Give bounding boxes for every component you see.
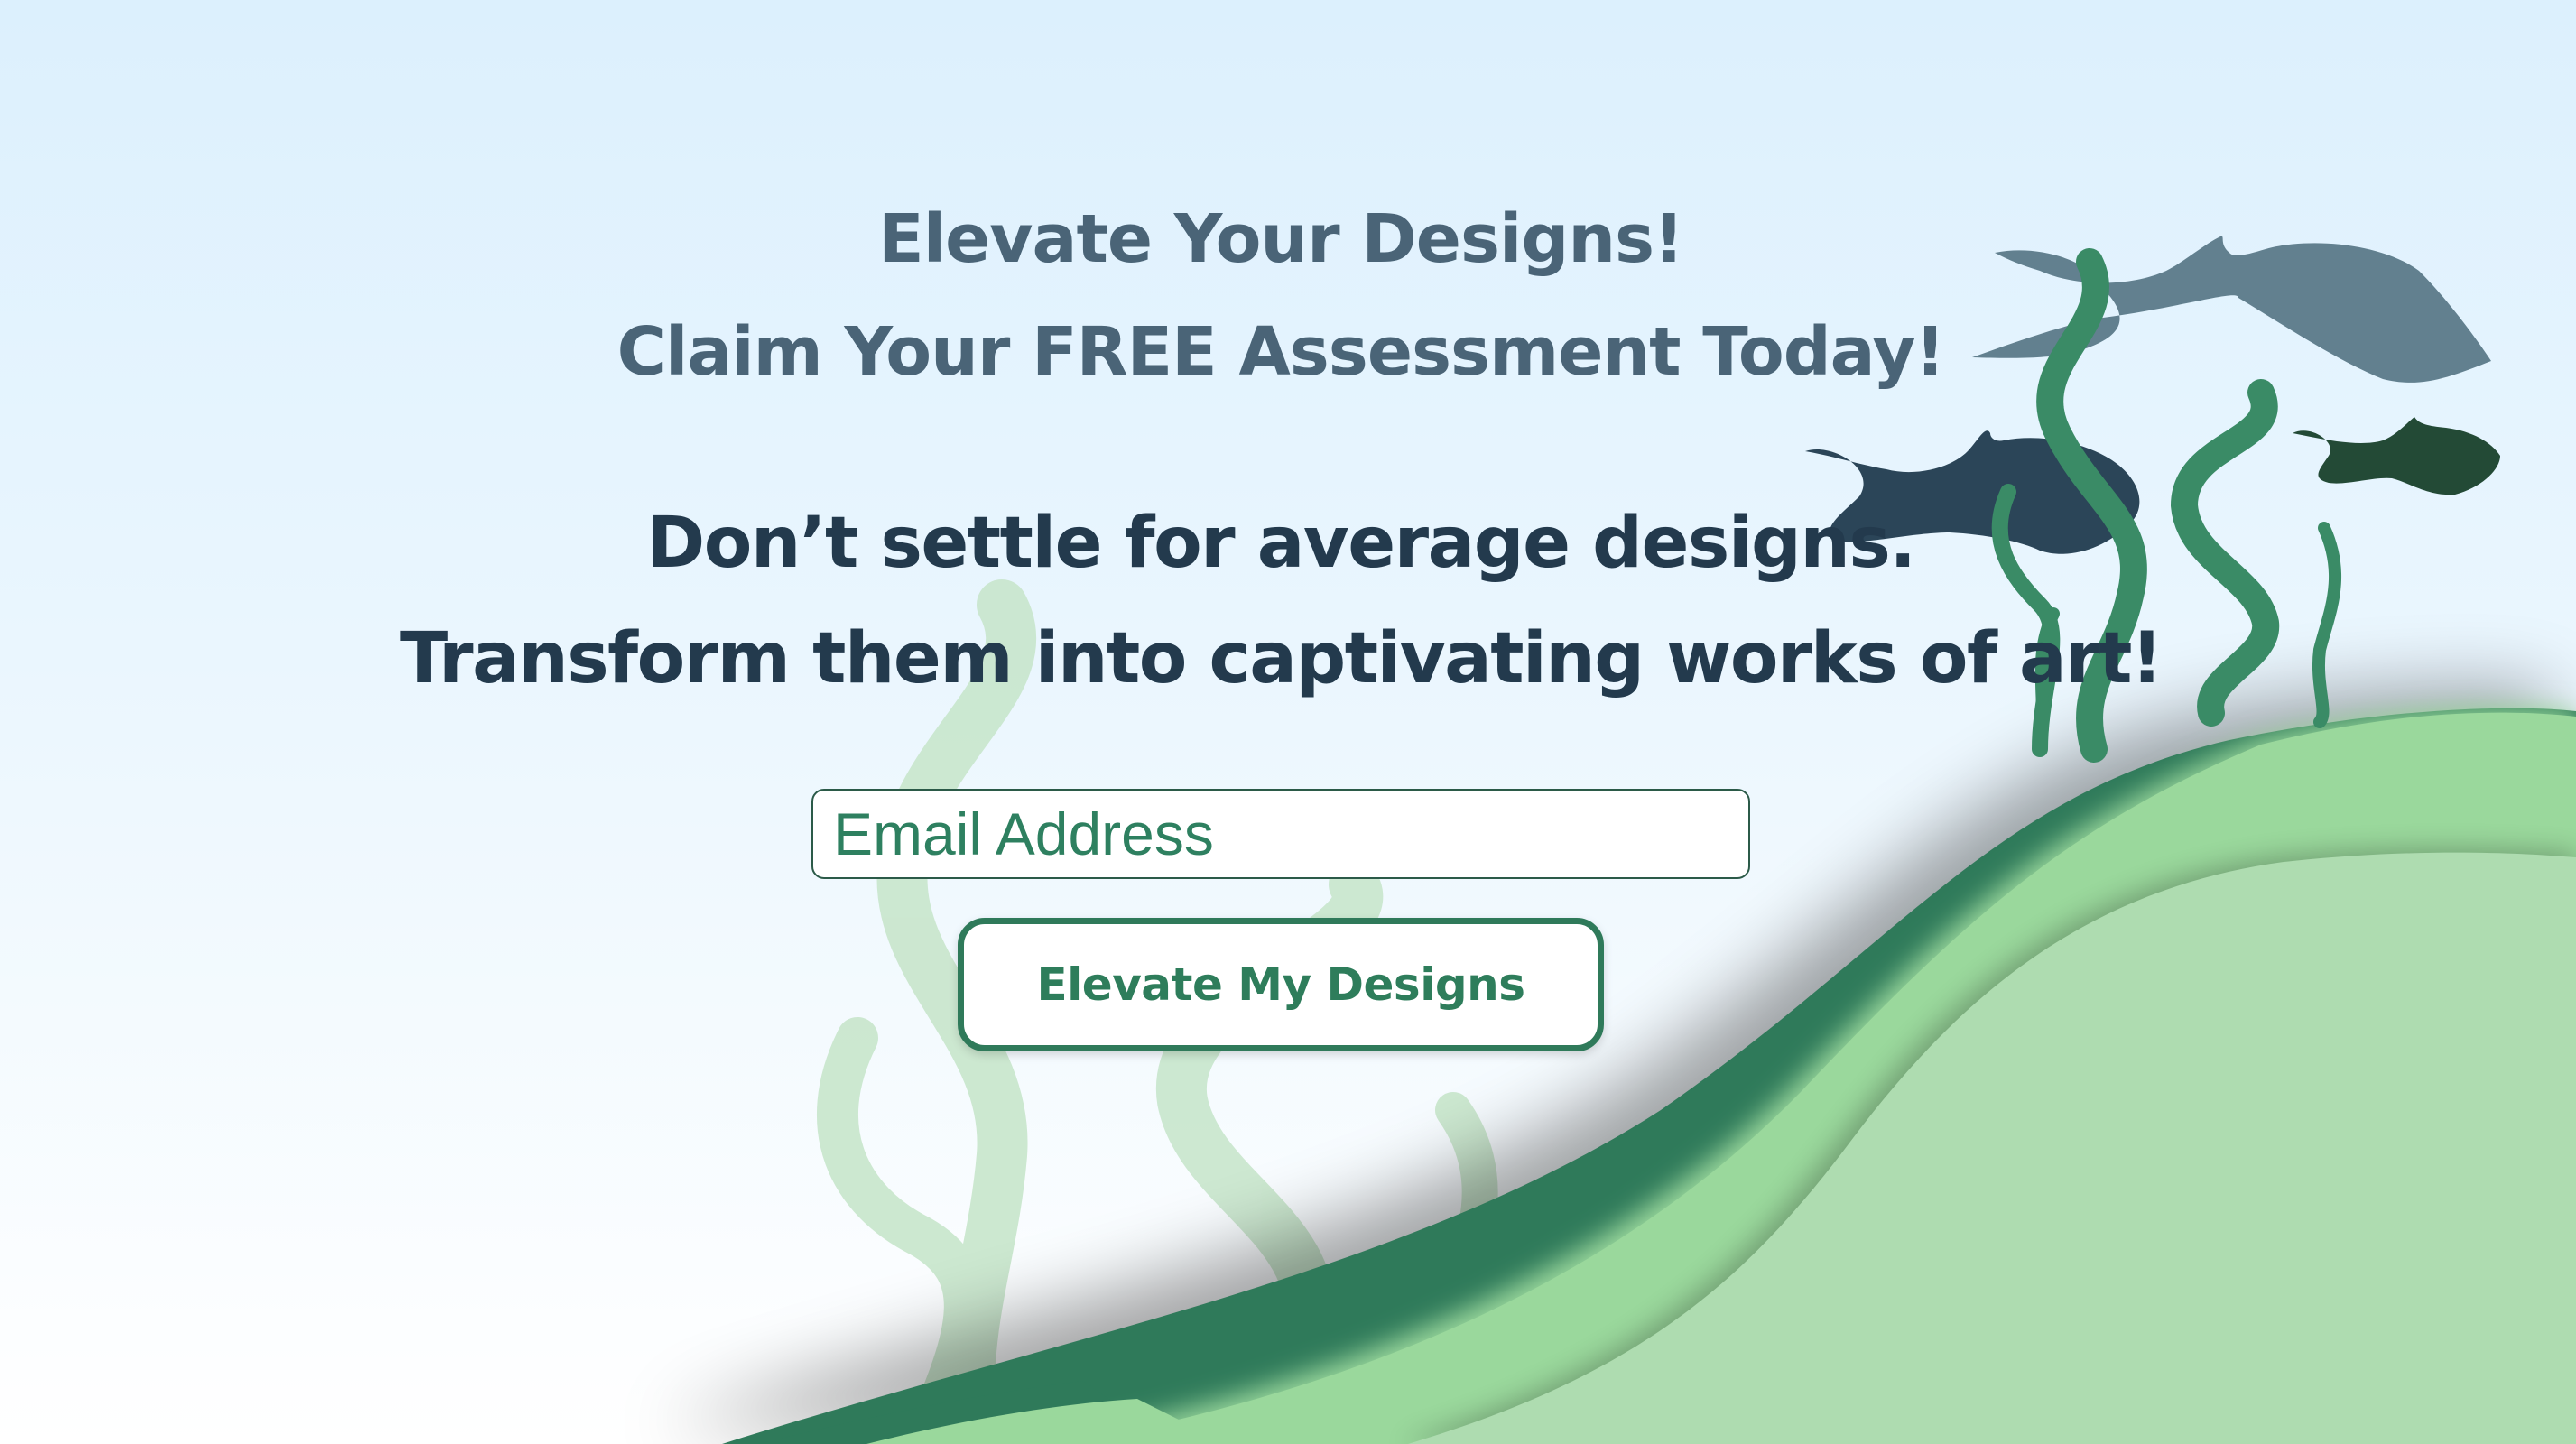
email-field[interactable] — [811, 789, 1750, 879]
hero-content: Elevate Your Designs! Claim Your FREE As… — [0, 0, 2576, 1444]
headline-line-2: Claim Your FREE Assessment Today! — [616, 313, 1946, 391]
elevate-designs-button[interactable]: Elevate My Designs — [958, 918, 1604, 1051]
pitch-line-1: Don’t settle for average designs. — [646, 503, 1916, 584]
headline-line-1: Elevate Your Designs! — [878, 200, 1684, 278]
landing-page: Elevate Your Designs! Claim Your FREE As… — [0, 0, 2576, 1444]
pitch-line-2: Transform them into captivating works of… — [399, 618, 2164, 699]
